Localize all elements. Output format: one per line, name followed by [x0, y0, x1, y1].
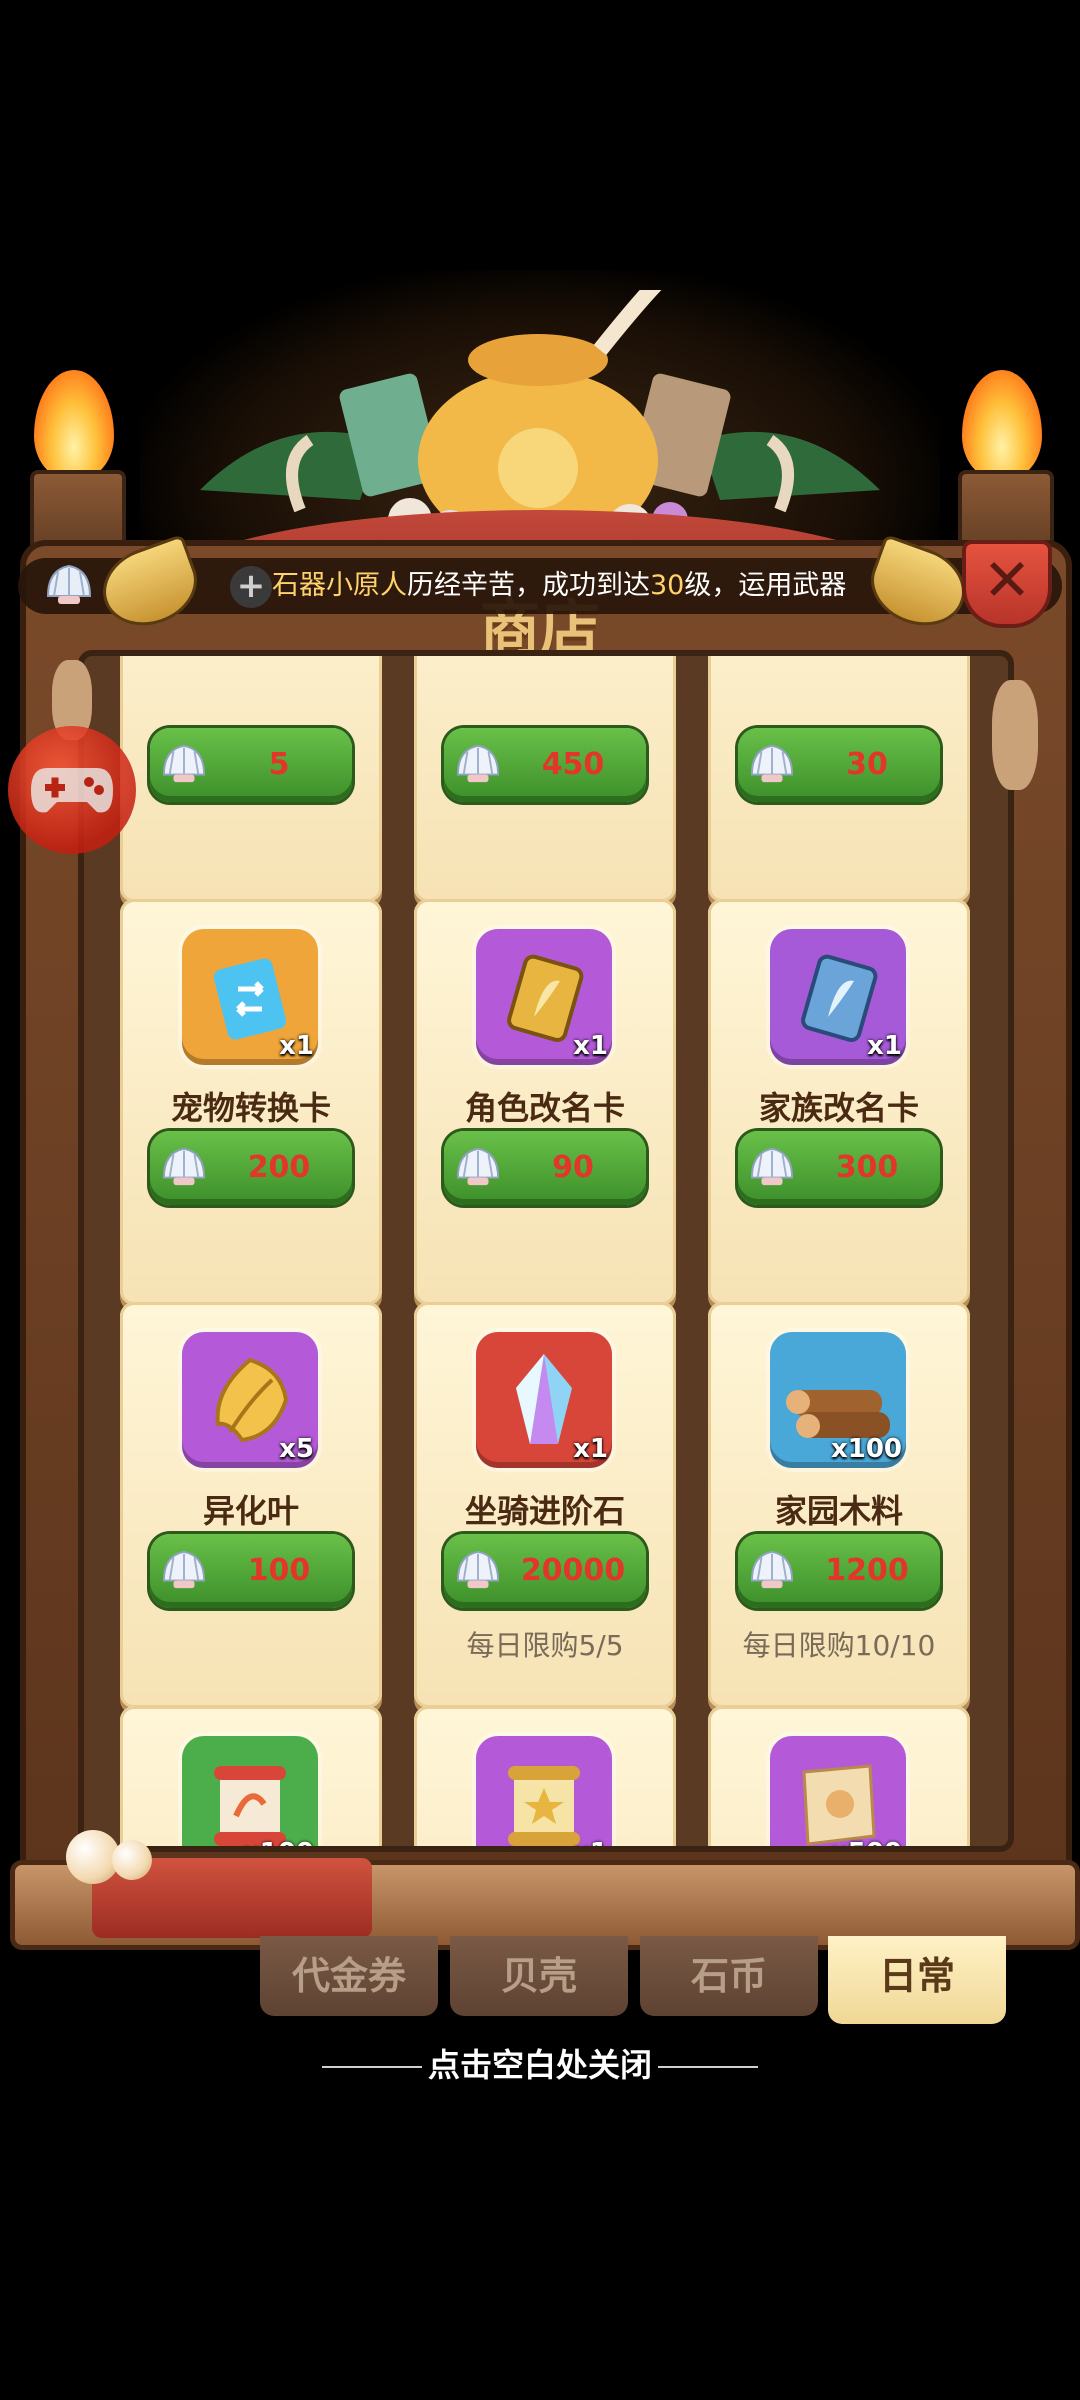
item-icon-frame: x1	[182, 929, 318, 1065]
announcement-text: 石器小原人历经辛苦，成功到达30级，运用武器	[272, 566, 864, 606]
item-price: 30	[846, 747, 888, 782]
shell-icon	[750, 1550, 794, 1589]
shop-item-card[interactable]: x5 异化叶 100	[120, 1302, 382, 1708]
item-name: 角色改名卡	[464, 1089, 625, 1127]
shop-item-card[interactable]: 450	[414, 656, 676, 902]
shop-item-card[interactable]: x1 家族改名卡 300	[708, 899, 970, 1305]
shell-icon	[162, 744, 206, 783]
shop-item-card[interactable]: x1	[414, 1706, 676, 1846]
shop-item-card[interactable]: x100	[120, 1706, 382, 1846]
notice-suffix: 级，运用武器	[684, 570, 847, 601]
notice-level: 30	[650, 570, 685, 601]
item-price: 300	[835, 1150, 899, 1185]
pearl-decoration-small	[112, 1840, 152, 1880]
item-icon-frame: x1	[476, 1332, 612, 1468]
buy-button[interactable]: 450	[444, 728, 646, 802]
tab-voucher[interactable]: 代金券	[260, 1936, 438, 2016]
item-icon-frame: x1	[476, 1736, 612, 1846]
right-torch-flame	[962, 370, 1042, 480]
shell-icon	[750, 1147, 794, 1186]
item-name: 坐骑进阶石	[464, 1492, 625, 1530]
item-quantity: x1	[573, 1838, 608, 1846]
item-quantity: x1	[867, 1031, 902, 1061]
close-button[interactable]: ✕	[962, 540, 1052, 628]
item-name: 异化叶	[202, 1492, 299, 1530]
gamepad-floating-button[interactable]	[8, 726, 136, 854]
buy-button[interactable]: 200	[150, 1131, 352, 1205]
item-quantity: x5	[279, 1434, 314, 1464]
tab-shell[interactable]: 贝壳	[450, 1936, 628, 2016]
item-price: 5	[268, 747, 290, 782]
item-price: 20000	[520, 1553, 626, 1588]
shell-icon	[456, 744, 500, 783]
shell-icon	[750, 744, 794, 783]
left-torch-flame	[34, 370, 114, 480]
item-quantity: x1	[573, 1031, 608, 1061]
daily-purchase-limit: 每日限购10/10	[742, 1629, 936, 1662]
shop-item-card[interactable]: x1 坐骑进阶石 20000 每日限购5/5	[414, 1302, 676, 1708]
item-grid[interactable]: 5 450 30 x1 宠物转换卡 200 x1 角色改名卡 90 x1 家族改名卡 300 x5 异化叶…	[78, 650, 1014, 1852]
shell-icon	[46, 564, 92, 604]
parchment-icon	[802, 1764, 876, 1846]
gamepad-icon	[31, 768, 113, 813]
tab-stone-coin[interactable]: 石币	[640, 1936, 818, 2016]
tab-daily[interactable]: 日常	[828, 1936, 1006, 2024]
item-icon-frame: x500	[770, 1736, 906, 1846]
shop-item-card[interactable]: 5	[120, 656, 382, 902]
shell-icon	[162, 1550, 206, 1589]
item-price: 90	[552, 1150, 594, 1185]
plus-icon[interactable]: +	[230, 566, 272, 608]
shop-item-card[interactable]: x500	[708, 1706, 970, 1846]
item-name: 家园木料	[774, 1492, 903, 1530]
item-icon-frame: x1	[770, 929, 906, 1065]
item-name: 家族改名卡	[758, 1089, 919, 1127]
buy-button[interactable]: 1200	[738, 1534, 940, 1608]
item-price: 450	[541, 747, 605, 782]
item-price: 200	[247, 1150, 311, 1185]
item-icon-frame: x1	[476, 929, 612, 1065]
buy-button[interactable]: 5	[150, 728, 352, 802]
buy-button[interactable]: 30	[738, 728, 940, 802]
notice-player-name: 石器小原人	[272, 570, 407, 601]
shop-item-card[interactable]: 30	[708, 656, 970, 902]
item-icon-frame: x100	[182, 1736, 318, 1846]
buy-button[interactable]: 90	[444, 1131, 646, 1205]
item-price: 100	[247, 1553, 311, 1588]
item-icon-frame: x100	[770, 1332, 906, 1468]
scroll-gold-icon	[508, 1766, 580, 1846]
scroll-icon	[214, 1766, 286, 1846]
hint-line-right	[658, 2066, 758, 2068]
shop-item-card[interactable]: x1 角色改名卡 90	[414, 899, 676, 1305]
item-quantity: x500	[831, 1838, 902, 1846]
rope-tassel-right	[992, 680, 1038, 790]
daily-purchase-limit: 每日限购5/5	[466, 1629, 624, 1662]
shell-icon	[162, 1147, 206, 1186]
item-quantity: x1	[279, 1031, 314, 1061]
item-name: 宠物转换卡	[170, 1089, 331, 1127]
close-hint-text: 点击空白处关闭	[427, 2046, 652, 2084]
item-icon-frame: x5	[182, 1332, 318, 1468]
item-price: 1200	[825, 1553, 909, 1588]
shell-icon	[456, 1550, 500, 1589]
buy-button[interactable]: 300	[738, 1131, 940, 1205]
hint-line-left	[321, 2066, 422, 2068]
shell-icon	[456, 1147, 500, 1186]
item-quantity: x100	[830, 1434, 902, 1464]
shop-item-card[interactable]: x100 家园木料 1200 每日限购10/10	[708, 1302, 970, 1708]
tap-blank-to-close-hint[interactable]: 点击空白处关闭	[280, 2040, 800, 2090]
buy-button[interactable]: 100	[150, 1534, 352, 1608]
shop-item-card[interactable]: x1 宠物转换卡 200	[120, 899, 382, 1305]
item-quantity: x1	[573, 1434, 608, 1464]
buy-button[interactable]: 20000	[444, 1534, 646, 1608]
notice-message: 历经辛苦，成功到达	[407, 570, 650, 601]
item-quantity: x100	[243, 1838, 314, 1846]
